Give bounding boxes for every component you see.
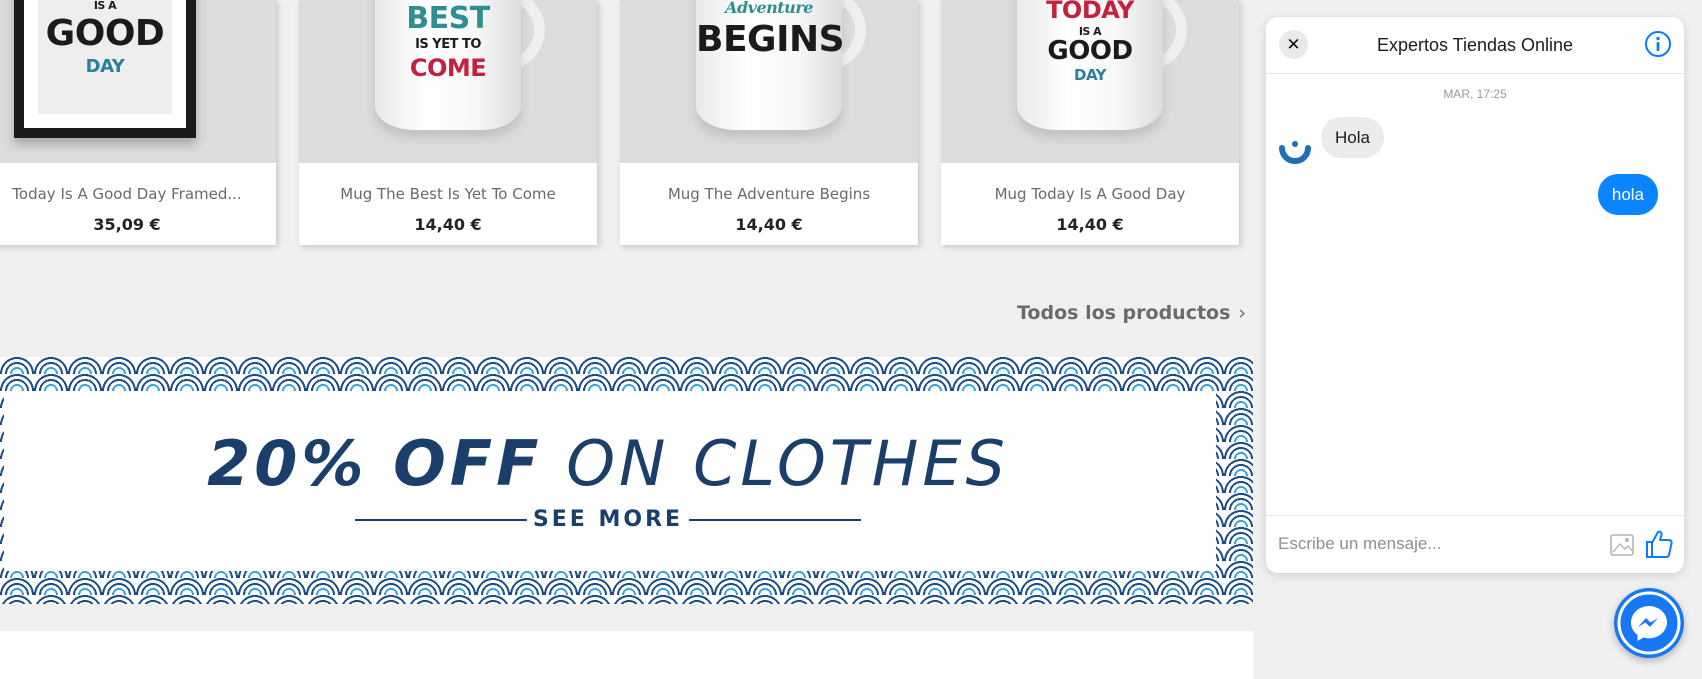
mug-text: DAY	[1074, 66, 1107, 84]
divider	[355, 518, 527, 521]
content-area	[0, 631, 1253, 679]
product-price: 14,40 €	[735, 215, 803, 234]
image-icon[interactable]	[1608, 530, 1638, 560]
product-name[interactable]: Mug Today Is A Good Day	[941, 185, 1239, 203]
product-card[interactable]: Adventure BEGINS Mug The Adventure Begin…	[620, 0, 918, 245]
poster-text: DAY	[85, 56, 125, 77]
outgoing-message: hola	[1597, 174, 1658, 215]
mug-image: Adventure BEGINS	[696, 0, 845, 130]
product-price: 14,40 €	[414, 215, 482, 234]
poster-text: GOOD	[45, 13, 165, 54]
product-card[interactable]: TODAY IS A GOOD DAY Mug Today Is A Good …	[941, 0, 1239, 245]
banner-cta[interactable]: SEE MORE	[355, 507, 861, 532]
mug-text: Adventure	[725, 0, 813, 17]
banner-headline-rest: ON CLOTHES	[566, 427, 1009, 500]
product-name[interactable]: Today Is A Good Day Framed...	[0, 185, 276, 203]
messenger-launcher-button[interactable]	[1614, 588, 1684, 658]
mug-text: BEST	[406, 1, 490, 36]
product-image[interactable]: IS A GOOD DAY	[0, 0, 276, 163]
product-image[interactable]: Adventure BEGINS	[620, 0, 918, 163]
message-timestamp: MAR, 17:25	[1443, 87, 1507, 101]
mug-text: GOOD	[1047, 36, 1133, 66]
thumbs-up-icon[interactable]	[1644, 528, 1674, 560]
chevron-right-icon: ›	[1238, 302, 1247, 324]
mug-image: BEST IS YET TO COME	[375, 0, 521, 130]
all-products-label: Todos los productos	[1017, 302, 1231, 324]
all-products-link[interactable]: Todos los productos ›	[1017, 302, 1246, 324]
product-name[interactable]: Mug The Best Is Yet To Come	[299, 185, 597, 203]
mug-text: IS YET TO	[415, 37, 481, 52]
framed-poster-image: IS A GOOD DAY	[14, 0, 196, 138]
chat-title: Expertos Tiendas Online	[1376, 35, 1574, 55]
product-card[interactable]: BEST IS YET TO COME Mug The Best Is Yet …	[299, 0, 597, 245]
product-image[interactable]: TODAY IS A GOOD DAY	[941, 0, 1239, 163]
mug-text: BEGINS	[696, 19, 845, 60]
page-avatar	[1279, 141, 1311, 164]
banner-headline-bold: 20% OFF	[207, 427, 543, 500]
poster-text: IS A	[93, 0, 117, 12]
messenger-icon	[1617, 591, 1681, 655]
divider	[689, 518, 861, 521]
mug-image: TODAY IS A GOOD DAY	[1017, 0, 1163, 130]
info-icon[interactable]	[1644, 30, 1672, 58]
chat-header: ✕ Expertos Tiendas Online	[1266, 17, 1684, 74]
banner-headline: 20% OFF ON CLOTHES	[0, 427, 1216, 500]
product-card[interactable]: IS A GOOD DAY Today Is A Good Day Framed…	[0, 0, 276, 245]
chat-window: ✕ Expertos Tiendas Online MAR, 17:25 Hol…	[1266, 17, 1684, 573]
message-input[interactable]	[1278, 528, 1578, 560]
incoming-message: Hola	[1321, 117, 1384, 158]
product-image[interactable]: BEST IS YET TO COME	[299, 0, 597, 163]
promo-banner[interactable]: 20% OFF ON CLOTHES SEE MORE	[0, 357, 1253, 604]
mug-text: TODAY	[1046, 0, 1134, 24]
product-name[interactable]: Mug The Adventure Begins	[620, 185, 918, 203]
product-price: 14,40 €	[1056, 215, 1124, 234]
chat-composer	[1266, 515, 1684, 573]
see-more-label: SEE MORE	[532, 507, 684, 532]
product-price: 35,09 €	[93, 215, 161, 234]
mug-text: COME	[409, 54, 487, 82]
